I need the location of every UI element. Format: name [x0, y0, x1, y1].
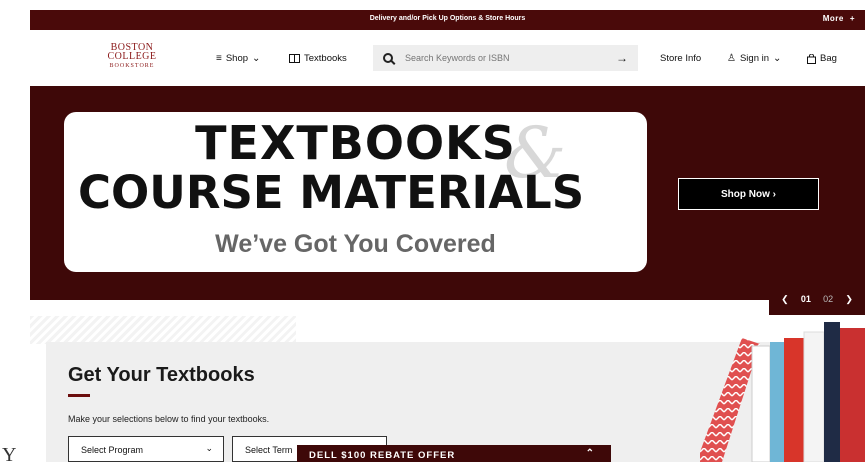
- hero-banner: & TEXTBOOKS COURSE MATERIALS We’ve Got Y…: [30, 86, 865, 300]
- select-program-label: Select Program: [81, 445, 144, 455]
- shop-label: Shop: [225, 53, 249, 64]
- bag-link[interactable]: Bag: [807, 53, 837, 64]
- hero-headline-2: COURSE MATERIALS: [78, 166, 585, 219]
- books-image: [700, 322, 865, 462]
- chevron-down-icon: ⌄: [252, 53, 261, 64]
- hero-card[interactable]: & TEXTBOOKS COURSE MATERIALS We’ve Got Y…: [64, 112, 647, 272]
- textbooks-panel-title: Get Your Textbooks: [68, 364, 255, 386]
- title-underline: [68, 394, 90, 397]
- more-toggle[interactable]: More +: [823, 14, 855, 23]
- shop-now-button[interactable]: Shop Now ›: [678, 178, 819, 210]
- rebate-offer-bar[interactable]: DELL $100 REBATE OFFER ⌃: [297, 445, 611, 462]
- chevron-down-icon: ⌄: [205, 443, 213, 453]
- chevron-right-icon: ›: [772, 188, 776, 200]
- bag-label: Bag: [820, 53, 837, 64]
- logo-line-3: BOOKSTORE: [109, 63, 155, 69]
- pager-total: 02: [823, 294, 834, 304]
- logo-line-2: COLLEGE: [107, 51, 157, 62]
- book-icon: [289, 54, 300, 63]
- promo-bar: Delivery and/or Pick Up Options & Store …: [30, 10, 865, 30]
- chevron-left-icon[interactable]: ❮: [781, 294, 789, 305]
- hero-headline-1: TEXTBOOKS: [195, 116, 516, 170]
- partial-glyph: Y: [2, 444, 17, 462]
- chevron-down-icon: ⌄: [773, 53, 782, 64]
- carousel-pager: ❮ 01 02 ❯: [769, 283, 865, 315]
- textbooks-panel-description: Make your selections below to find your …: [68, 414, 270, 424]
- search-bar: →: [373, 45, 638, 71]
- decorative-stripes: [30, 316, 296, 344]
- sign-in-menu[interactable]: ♙ Sign in ⌄: [727, 53, 781, 64]
- search-submit-arrow-icon[interactable]: →: [616, 51, 628, 65]
- sign-in-label: Sign in: [739, 53, 770, 64]
- select-term-label: Select Term: [245, 445, 293, 455]
- search-input[interactable]: [405, 53, 605, 63]
- store-info-link[interactable]: Store Info: [660, 53, 701, 64]
- promo-link[interactable]: Delivery and/or Pick Up Options & Store …: [30, 15, 865, 22]
- menu-lines-icon: ≡: [216, 53, 222, 64]
- hero-subtitle: We’ve Got You Covered: [215, 230, 496, 258]
- site-header: BOSTON COLLEGE BOOKSTORE ≡ Shop ⌄ Textbo…: [30, 30, 865, 86]
- textbooks-link[interactable]: Textbooks: [289, 53, 347, 64]
- chevron-right-icon[interactable]: ❯: [845, 294, 853, 305]
- plus-icon: +: [849, 14, 855, 23]
- chevron-up-icon[interactable]: ⌃: [586, 448, 595, 459]
- bookstore-logo[interactable]: BOSTON COLLEGE BOOKSTORE: [104, 43, 160, 71]
- select-program-dropdown[interactable]: Select Program ⌄: [68, 436, 224, 462]
- shop-now-label: Shop Now: [720, 188, 770, 200]
- pager-current: 01: [800, 294, 811, 304]
- store-info-label: Store Info: [660, 53, 702, 64]
- more-label: More: [822, 14, 844, 23]
- search-icon[interactable]: [383, 53, 393, 63]
- user-icon: ♙: [727, 53, 736, 64]
- bag-icon: [807, 53, 816, 64]
- shop-menu[interactable]: ≡ Shop ⌄: [216, 53, 260, 64]
- textbooks-label: Textbooks: [304, 53, 347, 64]
- rebate-label: DELL $100 REBATE OFFER: [309, 450, 456, 461]
